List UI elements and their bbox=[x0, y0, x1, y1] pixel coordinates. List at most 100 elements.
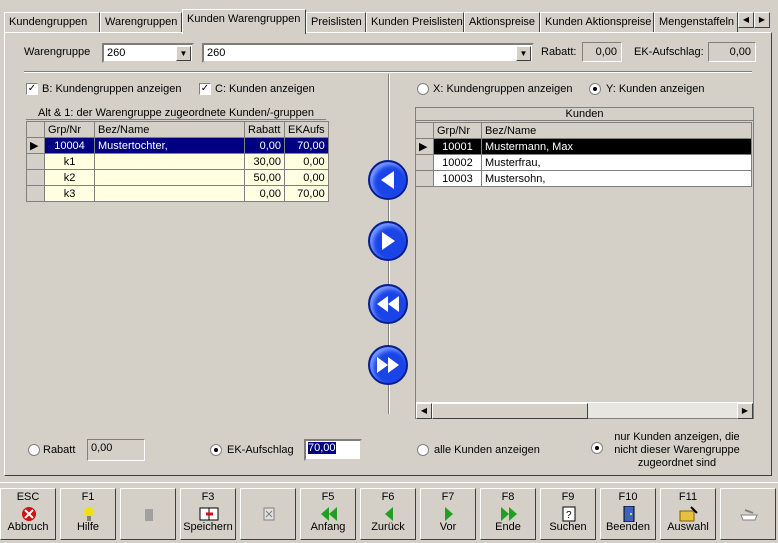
cancel-icon bbox=[22, 507, 36, 521]
f9-suchen-button[interactable]: F9 ? Suchen bbox=[540, 488, 596, 540]
warengruppe-select[interactable]: 260 ▼ bbox=[102, 43, 194, 63]
table-row[interactable]: ▶ 10004 Mustertochter, 0,00 70,00 bbox=[26, 137, 329, 154]
horizontal-scrollbar[interactable]: ◀ ▶ bbox=[416, 402, 753, 419]
cell[interactable]: 50,00 bbox=[244, 169, 285, 186]
move-left-button[interactable] bbox=[368, 160, 408, 200]
tab-kunden-warengruppen[interactable]: Kunden Warengruppen bbox=[182, 9, 306, 34]
cell[interactable]: k2 bbox=[44, 169, 95, 186]
radio-kunden-label: Y: Kunden anzeigen bbox=[606, 83, 705, 95]
cell[interactable]: 30,00 bbox=[244, 153, 285, 170]
warengruppe-name-select[interactable]: 260 ▼ bbox=[202, 43, 534, 63]
tab-mengenstaffeln[interactable]: Mengenstaffeln bbox=[654, 12, 738, 33]
scroll-thumb[interactable] bbox=[432, 403, 588, 419]
move-all-right-button[interactable] bbox=[368, 345, 408, 385]
fkey-text: Beenden bbox=[605, 521, 651, 533]
warengruppe-value: 260 bbox=[107, 47, 126, 59]
f6-zurueck-button[interactable]: F6 Zurück bbox=[360, 488, 416, 540]
col-header[interactable]: EKAufs bbox=[284, 121, 329, 138]
f11-auswahl-button[interactable]: F11 Auswahl bbox=[660, 488, 716, 540]
tab-scroll-left-icon[interactable]: ◀ bbox=[738, 12, 754, 28]
checkbox-kunden[interactable]: ✓ bbox=[199, 83, 211, 95]
radio-ek-aufschlag[interactable] bbox=[210, 444, 222, 456]
col-header[interactable]: Bez/Name bbox=[94, 121, 245, 138]
cell[interactable]: 10003 bbox=[432, 170, 482, 187]
tab-kunden-aktionspreise[interactable]: Kunden Aktionspreise bbox=[540, 12, 654, 33]
radio-kunden[interactable] bbox=[589, 83, 601, 95]
warengruppe-label: Warengruppe bbox=[24, 46, 91, 58]
tab-kundengruppen[interactable]: Kundengruppen bbox=[4, 12, 100, 33]
search-icon: ? bbox=[562, 506, 576, 522]
tray-icon bbox=[740, 509, 758, 521]
scroll-right-icon[interactable]: ▶ bbox=[737, 403, 753, 419]
clear-button[interactable] bbox=[240, 488, 296, 540]
table-row[interactable]: 10002 Musterfrau, bbox=[415, 154, 753, 171]
move-all-left-button[interactable] bbox=[368, 284, 408, 324]
radio-kundengruppen-label: X: Kundengruppen anzeigen bbox=[433, 83, 573, 95]
tab-preislisten[interactable]: Preislisten bbox=[306, 12, 366, 33]
row-header bbox=[26, 121, 45, 138]
cell[interactable] bbox=[94, 169, 245, 186]
col-header[interactable]: Bez/Name bbox=[480, 122, 753, 139]
cell[interactable]: 0,00 bbox=[284, 153, 329, 170]
cell[interactable]: 10001 bbox=[432, 138, 482, 155]
cell[interactable]: k1 bbox=[44, 153, 95, 170]
cell[interactable]: k3 bbox=[44, 185, 95, 202]
cell[interactable]: 70,00 bbox=[284, 185, 329, 202]
col-header[interactable]: Grp/Nr bbox=[44, 121, 95, 138]
cell[interactable] bbox=[94, 153, 245, 170]
cell[interactable]: 10004 bbox=[44, 137, 95, 154]
rabatt-input[interactable]: 0,00 bbox=[87, 439, 145, 461]
cell[interactable]: 0,00 bbox=[284, 169, 329, 186]
radio-kundengruppen[interactable] bbox=[417, 83, 429, 95]
table-row[interactable]: k2 50,00 0,00 bbox=[26, 169, 329, 186]
print-button[interactable] bbox=[720, 488, 776, 540]
last-record-icon bbox=[501, 507, 517, 521]
first-record-icon bbox=[321, 507, 337, 521]
chevron-down-icon[interactable]: ▼ bbox=[516, 46, 531, 61]
ek-aufschlag-input[interactable]: 70,00 bbox=[304, 439, 362, 461]
cell[interactable]: 10002 bbox=[432, 154, 482, 171]
f5-anfang-button[interactable]: F5 Anfang bbox=[300, 488, 356, 540]
arrow-right-icon bbox=[382, 232, 395, 250]
row-header bbox=[415, 122, 434, 139]
tab-scroll-right-icon[interactable]: ▶ bbox=[754, 12, 770, 28]
table-row[interactable]: k1 30,00 0,00 bbox=[26, 153, 329, 170]
row-header bbox=[415, 154, 434, 171]
f1-hilfe-button[interactable]: F1 Hilfe bbox=[60, 488, 116, 540]
table-row[interactable]: ▶ 10001 Mustermann, Max bbox=[415, 138, 753, 155]
checkbox-kundengruppen[interactable]: ✓ bbox=[26, 83, 38, 95]
radio-rabatt[interactable] bbox=[28, 444, 40, 456]
table-row[interactable]: k3 0,00 70,00 bbox=[26, 185, 329, 202]
checkbox-kunden-label: C: Kunden anzeigen bbox=[215, 83, 315, 95]
cell[interactable]: Mustersohn, bbox=[480, 170, 753, 187]
cell[interactable]: 0,00 bbox=[244, 185, 285, 202]
f3-speichern-button[interactable]: F3 Speichern bbox=[180, 488, 236, 540]
cell[interactable]: Musterfrau, bbox=[480, 154, 753, 171]
cell[interactable]: Mustermann, Max bbox=[480, 138, 753, 155]
f8-ende-button[interactable]: F8 Ende bbox=[480, 488, 536, 540]
radio-nur-kunden-label: nur Kunden anzeigen, die nicht dieser Wa… bbox=[614, 431, 740, 469]
fkey-text: Anfang bbox=[310, 521, 346, 533]
tab-aktionspreise[interactable]: Aktionspreise bbox=[464, 12, 540, 33]
f7-vor-button[interactable]: F7 Vor bbox=[420, 488, 476, 540]
cell[interactable]: 0,00 bbox=[244, 137, 285, 154]
move-right-button[interactable] bbox=[368, 221, 408, 261]
f10-beenden-button[interactable]: F10 Beenden bbox=[600, 488, 656, 540]
esc-abbruch-button[interactable]: ESC Abbruch bbox=[0, 488, 56, 540]
scroll-left-icon[interactable]: ◀ bbox=[416, 403, 432, 419]
delete-button[interactable] bbox=[120, 488, 176, 540]
chevron-down-icon[interactable]: ▼ bbox=[176, 46, 191, 61]
col-header[interactable]: Grp/Nr bbox=[432, 122, 482, 139]
cell[interactable] bbox=[94, 185, 245, 202]
cell[interactable]: 70,00 bbox=[284, 137, 329, 154]
radio-alle-kunden-label: alle Kunden anzeigen bbox=[434, 444, 540, 456]
tab-kunden-preislisten[interactable]: Kunden Preislisten bbox=[366, 12, 464, 33]
fkey-label: F8 bbox=[501, 491, 515, 503]
radio-nur-kunden[interactable] bbox=[591, 442, 603, 454]
tab-warengruppen[interactable]: Warengruppen bbox=[100, 12, 182, 33]
radio-alle-kunden[interactable] bbox=[417, 444, 429, 456]
col-header[interactable]: Rabatt bbox=[244, 121, 285, 138]
fkey-text: Hilfe bbox=[76, 521, 99, 533]
cell[interactable]: Mustertochter, bbox=[94, 137, 245, 154]
table-row[interactable]: 10003 Mustersohn, bbox=[415, 170, 753, 187]
